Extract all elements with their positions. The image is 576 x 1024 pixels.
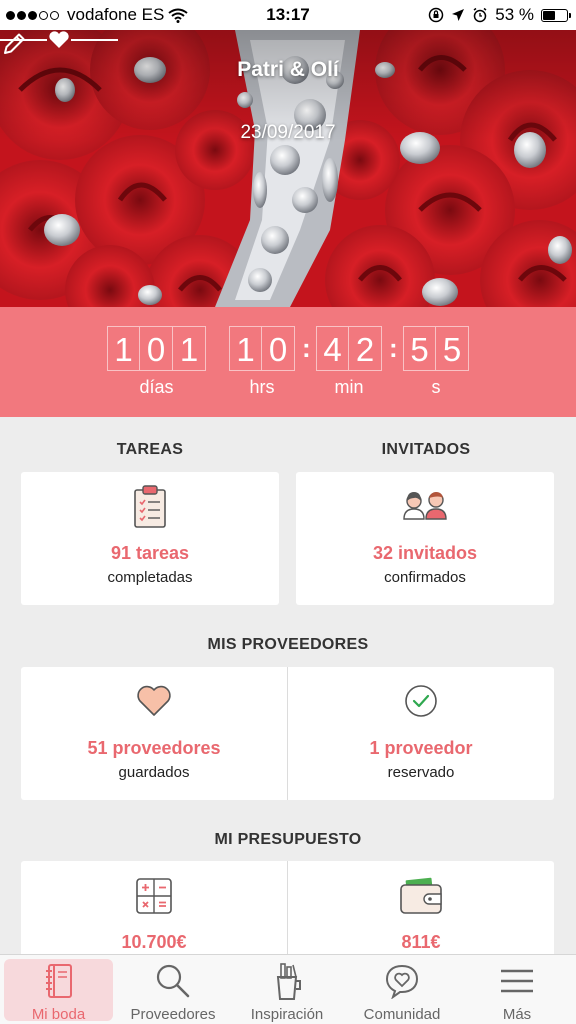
saved-vendors-count: 51 proveedores <box>87 738 221 758</box>
battery-level <box>543 10 555 20</box>
check-circle-icon <box>288 684 554 718</box>
pencil-icon[interactable] <box>0 30 28 58</box>
battery-icon <box>541 8 571 22</box>
tasks-completed-count: 91 tareas <box>110 543 190 563</box>
alarm-icon <box>473 7 487 23</box>
calculator-icon <box>21 878 287 914</box>
budget-title: MI PRESUPUESTO <box>214 831 362 848</box>
estimated-budget-amount: 10.700€ <box>121 932 187 952</box>
clipboard-checklist-icon <box>21 485 279 529</box>
rotation-lock-icon <box>429 7 444 23</box>
app-screen: vodafone ES 13:17 53 % Patri & Olí 23/09… <box>0 0 576 1024</box>
status-bar: vodafone ES 13:17 53 % <box>0 0 576 30</box>
vendors-title: MIS PROVEEDORES <box>207 636 369 653</box>
minutes-label: min <box>334 377 364 397</box>
community-heart-icon <box>345 963 459 999</box>
days-digit: 1 <box>173 326 206 371</box>
tasks-caption: completadas <box>107 569 193 586</box>
tasks-title: TAREAS <box>116 441 184 458</box>
hours-label: hrs <box>249 377 275 397</box>
time-separator: : <box>389 333 398 363</box>
menu-icon <box>462 963 572 999</box>
guests-confirmed-count: 32 invitados <box>372 543 478 563</box>
notebook-icon <box>4 963 113 999</box>
search-icon <box>117 963 229 999</box>
hours-counter: 1 0 <box>229 326 295 371</box>
saved-vendors-caption: guardados <box>118 764 190 781</box>
hours-digit: 0 <box>262 326 295 371</box>
seconds-digit: 5 <box>403 326 436 371</box>
guests-card[interactable]: 32 invitados confirmados <box>296 472 554 605</box>
minutes-counter: 4 2 <box>316 326 382 371</box>
booked-vendors[interactable]: 1 proveedor reservado <box>288 667 554 800</box>
wedding-date: 23/09/2017 <box>240 122 336 143</box>
vendors-card: 51 proveedores guardados 1 proveedor res… <box>21 667 554 800</box>
wallet-icon <box>288 877 554 915</box>
minutes-digit: 4 <box>316 326 349 371</box>
time-separator: : <box>302 333 311 363</box>
tab-proveedores[interactable]: Proveedores <box>117 955 229 1024</box>
tab-mi-boda[interactable]: Mi boda <box>4 959 113 1023</box>
guests-title: INVITADOS <box>381 441 471 458</box>
tab-label: Comunidad <box>363 1006 441 1023</box>
days-counter: 1 0 1 <box>107 326 206 371</box>
saved-vendors[interactable]: 51 proveedores guardados <box>21 667 287 800</box>
bottom-tab-bar: Mi boda Proveedores Inspiración Comunida… <box>0 954 576 1024</box>
tab-label: Inspiración <box>250 1006 324 1023</box>
tab-inspiracion[interactable]: Inspiración <box>231 955 343 1024</box>
battery-percent: 53 % <box>495 5 534 24</box>
days-digit: 0 <box>140 326 173 371</box>
booked-vendors-caption: reservado <box>387 764 455 781</box>
tab-comunidad[interactable]: Comunidad <box>345 955 459 1024</box>
spent-budget-amount: 811€ <box>401 932 441 952</box>
guests-caption: confirmados <box>384 569 466 586</box>
wedding-countdown: 1 0 1 1 0 : 4 2 : 5 5 días hrs min s <box>0 307 576 417</box>
tab-label: Mi boda <box>31 1006 86 1023</box>
hours-digit: 1 <box>229 326 262 371</box>
tab-label: Proveedores <box>130 1006 216 1023</box>
tab-mas[interactable]: Más <box>462 955 572 1024</box>
days-label: días <box>139 377 174 397</box>
tasks-card[interactable]: 91 tareas completadas <box>21 472 279 605</box>
seconds-counter: 5 5 <box>403 326 469 371</box>
heart-icon <box>21 685 287 717</box>
location-arrow-icon <box>452 9 465 21</box>
booked-vendors-count: 1 proveedor <box>369 738 473 758</box>
wedding-cover-photo[interactable]: Patri & Olí 23/09/2017 <box>0 30 576 307</box>
seconds-digit: 5 <box>436 326 469 371</box>
inspiration-icon <box>231 963 343 1001</box>
days-digit: 1 <box>107 326 140 371</box>
seconds-label: s <box>431 377 441 397</box>
guests-icon <box>296 489 554 521</box>
status-icons: 53 % <box>428 5 571 25</box>
couple-names: Patri & Olí <box>237 58 339 81</box>
tab-label: Más <box>502 1006 532 1023</box>
minutes-digit: 2 <box>349 326 382 371</box>
